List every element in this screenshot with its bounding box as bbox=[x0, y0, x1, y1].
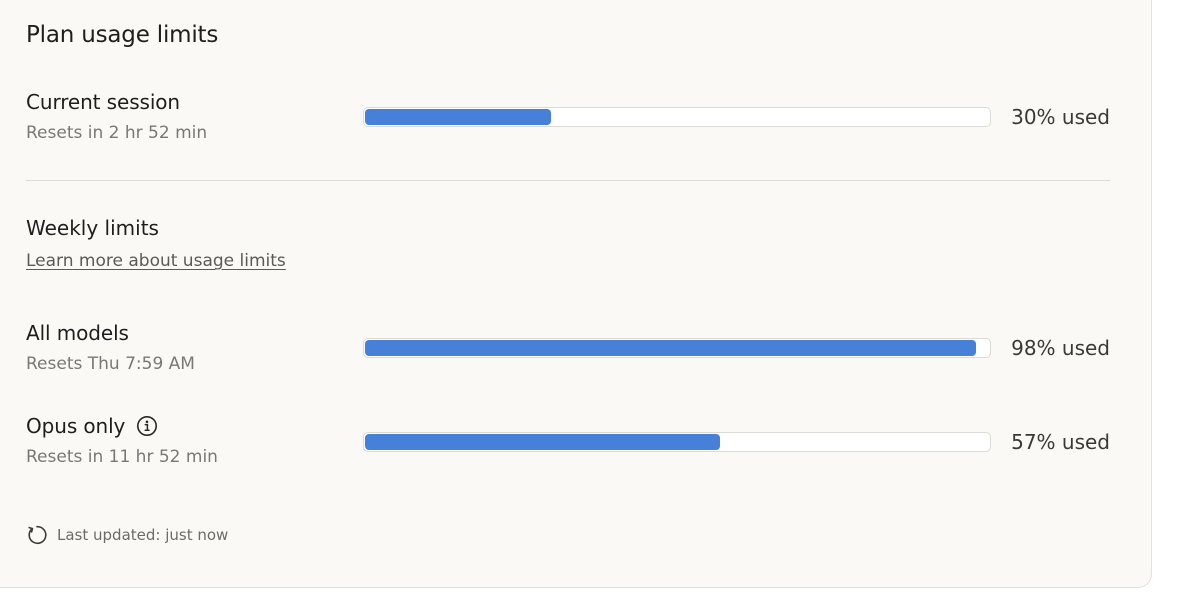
last-updated: Last updated: just now bbox=[26, 524, 228, 546]
current-session-reset: Resets in 2 hr 52 min bbox=[26, 123, 208, 143]
current-session-row: Current session Resets in 2 hr 52 min 30… bbox=[26, 90, 1110, 150]
opus-only-label: Opus only bbox=[26, 414, 126, 438]
usage-card bbox=[0, 0, 1152, 588]
info-icon[interactable] bbox=[136, 415, 158, 437]
opus-only-label-wrap: Opus only bbox=[26, 414, 158, 438]
page-title: Plan usage limits bbox=[26, 22, 219, 48]
current-session-progress-fill bbox=[365, 109, 551, 125]
last-updated-text: Last updated: just now bbox=[57, 526, 229, 544]
all-models-label: All models bbox=[26, 321, 129, 345]
weekly-limits-heading: Weekly limits bbox=[26, 216, 159, 240]
opus-only-row: Opus only Resets in 11 hr 52 min 57% use… bbox=[26, 414, 1110, 474]
current-session-progress-bar bbox=[363, 107, 991, 127]
all-models-row: All models Resets Thu 7:59 AM 98% used bbox=[26, 321, 1110, 381]
refresh-icon[interactable] bbox=[26, 524, 48, 546]
opus-only-reset: Resets in 11 hr 52 min bbox=[26, 447, 218, 467]
all-models-progress-fill bbox=[365, 340, 977, 356]
opus-only-progress-bar bbox=[363, 432, 991, 452]
opus-only-progress-fill bbox=[365, 434, 720, 450]
section-divider bbox=[26, 180, 1110, 181]
all-models-progress-bar bbox=[363, 338, 991, 358]
current-session-label: Current session bbox=[26, 90, 181, 114]
all-models-reset: Resets Thu 7:59 AM bbox=[26, 354, 195, 374]
learn-more-link[interactable]: Learn more about usage limits bbox=[26, 251, 286, 271]
current-session-percent: 30% used bbox=[1011, 105, 1110, 129]
opus-only-percent: 57% used bbox=[1011, 430, 1110, 454]
all-models-percent: 98% used bbox=[1011, 336, 1110, 360]
